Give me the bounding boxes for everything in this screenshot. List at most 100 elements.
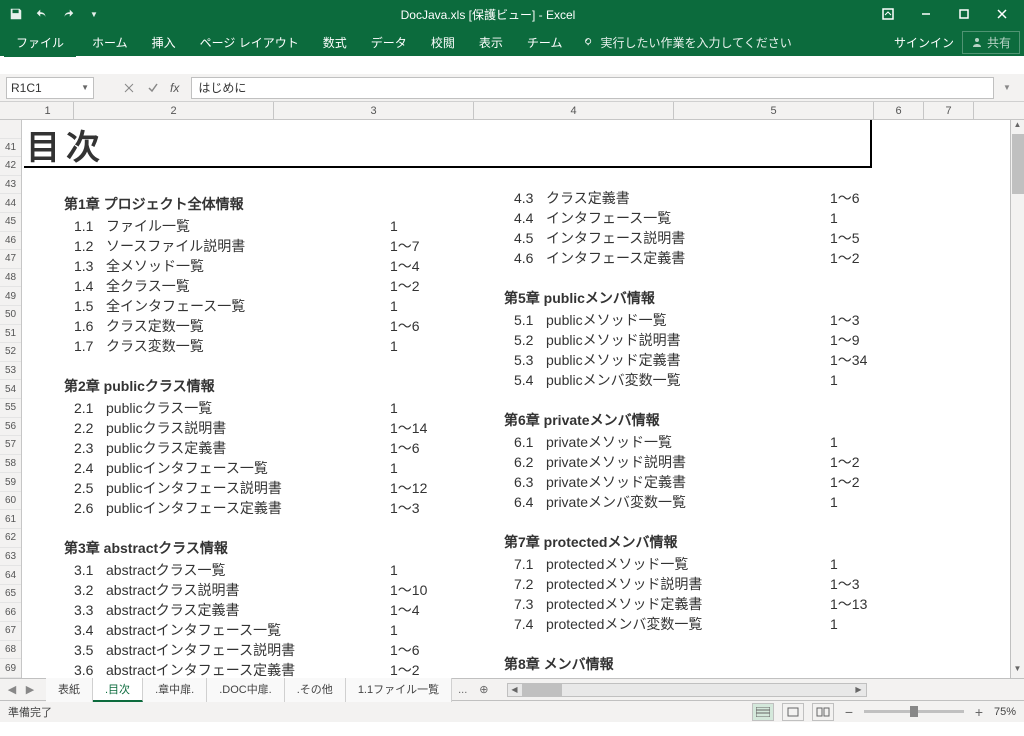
zoom-knob[interactable] [910, 706, 918, 717]
ribbon-tab-8[interactable]: チーム [515, 28, 575, 57]
row-header[interactable]: 44 [0, 194, 21, 213]
row-header[interactable]: 50 [0, 306, 21, 325]
toc-item: 2.5publicインタフェース説明書1～12 [74, 478, 444, 498]
row-header[interactable]: 64 [0, 566, 21, 585]
signin-link[interactable]: サインイン [894, 34, 954, 51]
toc-chapter: 第7章 protectedメンバ情報 [504, 532, 884, 552]
row-header[interactable]: 51 [0, 325, 21, 344]
row-header[interactable]: 48 [0, 269, 21, 288]
view-page-layout-icon[interactable] [782, 703, 804, 721]
doc-title: 目次 [26, 120, 106, 169]
row-header[interactable]: 52 [0, 343, 21, 362]
zoom-in-button[interactable]: + [972, 704, 986, 720]
ribbon-tab-5[interactable]: データ [359, 28, 419, 57]
row-header[interactable]: 59 [0, 473, 21, 492]
enter-formula-icon[interactable] [142, 77, 164, 99]
hscroll-thumb[interactable] [522, 684, 562, 696]
column-header[interactable]: 6 [874, 102, 924, 119]
row-header[interactable]: 42 [0, 157, 21, 176]
toc-item: 7.3protectedメソッド定義書1～13 [514, 594, 884, 614]
row-header[interactable]: 63 [0, 548, 21, 567]
zoom-level[interactable]: 75% [994, 706, 1016, 718]
formula-value: はじめに [198, 79, 246, 96]
ribbon-tab-6[interactable]: 校閲 [419, 28, 467, 57]
row-header[interactable]: 41 [0, 139, 21, 158]
row-header[interactable]: 43 [0, 176, 21, 195]
tab-nav-prev-icon[interactable]: ◀ [4, 683, 20, 696]
fx-label[interactable]: fx [166, 81, 183, 95]
ribbon-tab-1[interactable]: ホーム [80, 28, 140, 57]
scroll-right-icon[interactable]: ▶ [852, 685, 866, 694]
row-header[interactable]: 56 [0, 418, 21, 437]
redo-icon[interactable] [56, 2, 80, 26]
row-header[interactable]: 45 [0, 213, 21, 232]
share-button[interactable]: 共有 [962, 31, 1020, 54]
tell-me-search[interactable]: 実行したい作業を入力してください [582, 34, 791, 51]
vertical-scrollbar[interactable]: ▲ ▼ [1010, 120, 1024, 678]
ribbon-tab-0[interactable]: ファイル [4, 28, 76, 57]
sheet-tab-1[interactable]: .目次 [93, 678, 143, 702]
scroll-left-icon[interactable]: ◀ [508, 685, 522, 694]
close-icon[interactable] [984, 2, 1020, 26]
row-header[interactable]: 55 [0, 399, 21, 418]
row-header[interactable] [0, 120, 21, 139]
zoom-slider[interactable] [864, 710, 964, 713]
ribbon-tab-7[interactable]: 表示 [467, 28, 515, 57]
row-header[interactable]: 67 [0, 622, 21, 641]
save-icon[interactable] [4, 2, 28, 26]
toc-item: 4.3クラス定義書1～6 [514, 188, 884, 208]
sheet-tabs-bar: ◀ ▶ 表紙.目次.章中扉..DOC中扉..その他1.1ファイル一覧 ... ⊕… [0, 678, 1024, 700]
row-header[interactable]: 47 [0, 250, 21, 269]
ribbon-tab-3[interactable]: ページ レイアウト [188, 28, 311, 57]
toc-chapter: 第6章 privateメンバ情報 [504, 410, 884, 430]
sheet-tab-4[interactable]: .その他 [285, 678, 346, 702]
scroll-down-icon[interactable]: ▼ [1011, 664, 1024, 678]
minimize-icon[interactable] [908, 2, 944, 26]
row-header[interactable]: 69 [0, 659, 21, 678]
toc-item: 3.1abstractクラス一覧1 [74, 560, 444, 580]
view-normal-icon[interactable] [752, 703, 774, 721]
formula-input[interactable]: はじめに [191, 77, 994, 99]
ribbon-tab-2[interactable]: 挿入 [140, 28, 188, 57]
row-header[interactable]: 46 [0, 232, 21, 251]
sheet-tab-3[interactable]: .DOC中扉. [207, 678, 285, 702]
name-box[interactable]: R1C1 ▼ [6, 77, 94, 99]
column-header[interactable]: 7 [924, 102, 974, 119]
row-header[interactable]: 54 [0, 380, 21, 399]
row-header[interactable]: 58 [0, 455, 21, 474]
row-header[interactable]: 61 [0, 510, 21, 529]
scroll-thumb[interactable] [1012, 134, 1024, 194]
tab-nav-next-icon[interactable]: ▶ [22, 683, 38, 696]
zoom-out-button[interactable]: − [842, 704, 856, 720]
column-header[interactable]: 1 [22, 102, 74, 119]
column-headers: 1234567 [0, 102, 1024, 120]
cancel-formula-icon[interactable] [118, 77, 140, 99]
column-header[interactable]: 4 [474, 102, 674, 119]
ribbon-options-icon[interactable] [870, 2, 906, 26]
row-header[interactable]: 62 [0, 529, 21, 548]
column-header[interactable]: 3 [274, 102, 474, 119]
sheet-tab-0[interactable]: 表紙 [46, 678, 93, 702]
row-header[interactable]: 68 [0, 641, 21, 660]
column-header[interactable]: 5 [674, 102, 874, 119]
add-sheet-icon[interactable]: ⊕ [473, 683, 494, 696]
row-header[interactable]: 49 [0, 287, 21, 306]
cells-grid[interactable]: 目次 第1章 プロジェクト全体情報1.1ファイル一覧11.2ソースファイル説明書… [22, 120, 1010, 678]
ribbon-tab-4[interactable]: 数式 [311, 28, 359, 57]
row-header[interactable]: 66 [0, 603, 21, 622]
view-page-break-icon[interactable] [812, 703, 834, 721]
scroll-up-icon[interactable]: ▲ [1011, 120, 1024, 134]
undo-icon[interactable] [30, 2, 54, 26]
horizontal-scrollbar[interactable]: ◀ ▶ [507, 683, 867, 697]
sheet-tab-2[interactable]: .章中扉. [143, 678, 207, 702]
tab-more-icon[interactable]: ... [452, 684, 473, 696]
row-header[interactable]: 65 [0, 585, 21, 604]
row-header[interactable]: 57 [0, 436, 21, 455]
qat-dropdown-icon[interactable]: ▼ [82, 2, 106, 26]
row-header[interactable]: 53 [0, 362, 21, 381]
sheet-tab-5[interactable]: 1.1ファイル一覧 [346, 678, 452, 702]
row-header[interactable]: 60 [0, 492, 21, 511]
column-header[interactable]: 2 [74, 102, 274, 119]
maximize-icon[interactable] [946, 2, 982, 26]
expand-formula-icon[interactable]: ▼ [996, 77, 1018, 99]
